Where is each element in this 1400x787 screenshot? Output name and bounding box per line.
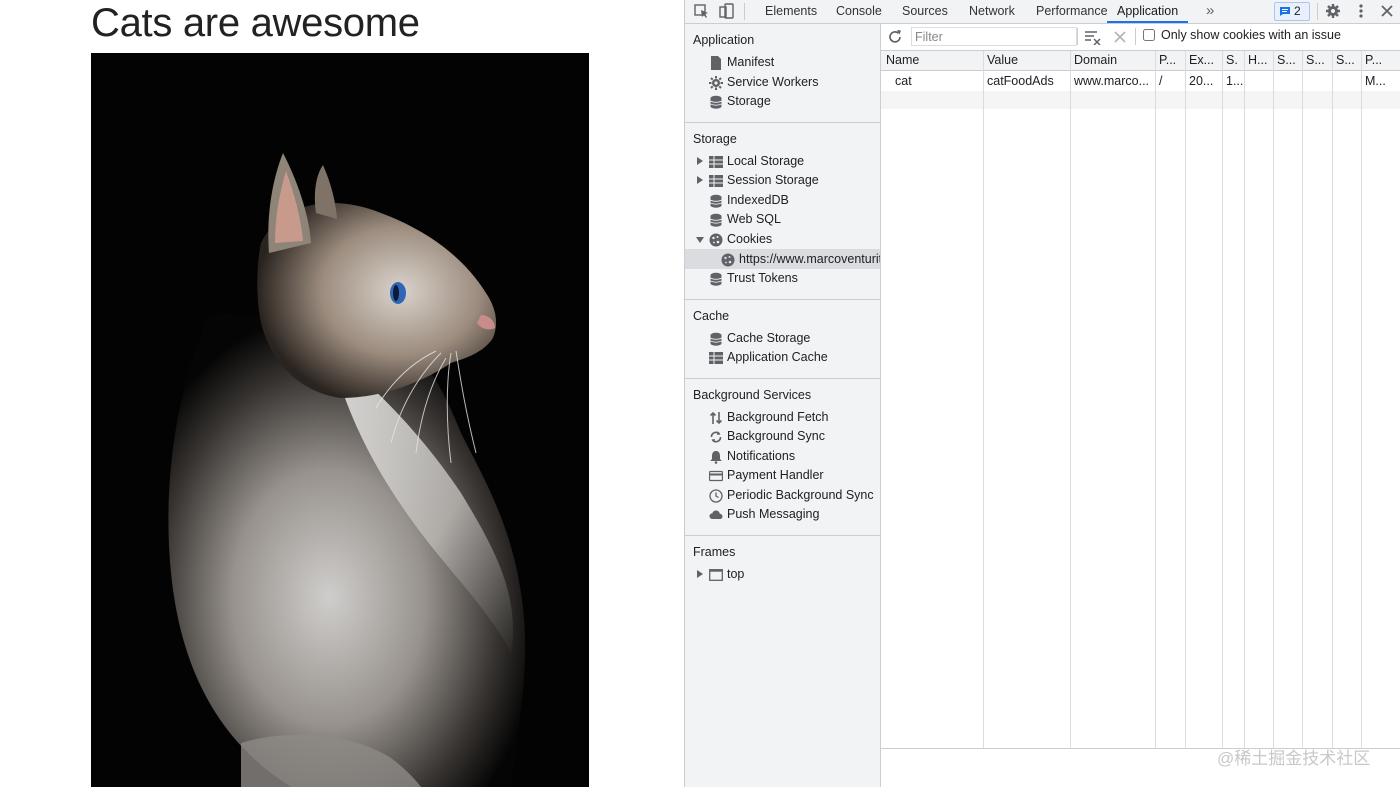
cookie-icon [709,233,723,247]
expand-arrow-icon[interactable] [697,157,703,165]
inspect-element-icon[interactable] [693,3,711,19]
device-toolbar-icon[interactable] [718,3,736,19]
document-icon [711,56,721,70]
more-tabs-icon[interactable]: » [1204,0,1216,23]
bell-icon [710,451,722,464]
collapse-arrow-icon[interactable] [696,237,704,243]
section-divider [685,122,880,123]
table-grid-icon [709,352,723,364]
devtools-tabbar: Elements Console Sources Network Perform… [685,0,1400,24]
cookies-toolbar: Only show cookies with an issue [881,24,1400,51]
cookie-icon [721,253,735,267]
filter-input[interactable] [911,27,1077,46]
column-divider[interactable] [1273,51,1274,748]
cell-size[interactable]: 1... [1226,74,1243,88]
issues-badge[interactable]: 2 [1274,2,1310,21]
cell-expires[interactable]: 20... [1189,74,1221,88]
toolbar-separator [1077,28,1078,45]
expand-arrow-icon[interactable] [697,176,703,184]
tab-console[interactable]: Console [834,0,884,23]
cell-path[interactable]: / [1159,74,1184,88]
tab-performance[interactable]: Performance [1034,0,1110,23]
column-divider[interactable] [1302,51,1303,748]
section-frames-title: Frames [693,545,736,559]
tab-network[interactable]: Network [967,0,1017,23]
database-icon [710,272,722,286]
expand-arrow-icon[interactable] [697,570,703,578]
application-sidebar: Application Manifest Service Workers Sto… [685,24,881,787]
column-header-domain[interactable]: Domain [1074,53,1152,67]
clock-icon [709,489,723,503]
tab-application[interactable]: Application [1107,0,1189,23]
section-cache-title: Cache [693,309,730,323]
database-icon [710,332,722,346]
column-header-value[interactable]: Value [987,53,1067,67]
table-row[interactable]: cat catFoodAds www.marco... / 20... 1...… [881,71,1400,91]
watermark: @稀土掘金技术社区 [1217,749,1371,768]
section-divider [685,535,880,536]
only-issue-checkbox[interactable] [1143,29,1155,41]
cat-photo [91,53,589,787]
toolbar-separator [1135,28,1136,45]
page-title: Cats are awesome [91,1,420,45]
frame-window-icon [709,569,723,581]
column-divider[interactable] [1332,51,1333,748]
column-divider[interactable] [1070,51,1071,748]
column-divider[interactable] [1361,51,1362,748]
issues-count: 2 [1294,4,1301,18]
table-grid-icon [709,156,723,168]
sync-icon [710,431,722,443]
devtools-panel: Elements Console Sources Network Perform… [684,0,1400,787]
table-row-empty [881,91,1400,109]
gear-icon [709,76,723,90]
section-storage-title: Storage [693,132,737,146]
cookies-panel: Only show cookies with an issue Name Val… [881,24,1400,787]
column-divider[interactable] [1155,51,1156,748]
cell-priority[interactable]: M... [1365,74,1399,88]
column-divider[interactable] [1244,51,1245,748]
section-divider [685,299,880,300]
tab-elements[interactable]: Elements [763,0,819,23]
sidebar-item-cookie-origin[interactable]: https://www.marcoventuriti [721,250,880,269]
cloud-icon [709,510,723,519]
message-icon [1280,7,1290,16]
tabbar-separator [1317,3,1318,20]
cell-value[interactable]: catFoodAds [987,74,1067,88]
database-icon [710,213,722,227]
column-header-name[interactable]: Name [886,53,981,67]
column-divider[interactable] [1222,51,1223,748]
close-icon[interactable] [1378,3,1396,19]
column-header-expires[interactable]: Ex... [1189,53,1221,67]
column-header-samesite[interactable]: S... [1306,53,1331,67]
column-header-path[interactable]: P... [1159,53,1184,67]
column-header-priority[interactable]: P... [1365,53,1399,67]
database-icon [710,95,722,109]
up-down-arrows-icon [709,411,723,425]
tab-sources[interactable]: Sources [900,0,950,23]
section-background-services-title: Background Services [693,388,812,402]
delete-all-icon[interactable] [1111,29,1129,45]
column-divider[interactable] [983,51,984,748]
settings-gear-icon[interactable] [1324,3,1342,19]
column-header-size[interactable]: S. [1226,53,1243,67]
cell-name[interactable]: cat [895,74,981,88]
column-header-httponly[interactable]: H... [1248,53,1272,67]
credit-card-icon [709,470,723,482]
section-application-title: Application [693,33,755,47]
table-grid-icon [709,175,723,187]
column-header-sameparty[interactable]: S... [1336,53,1360,67]
cell-domain[interactable]: www.marco... [1074,74,1152,88]
section-divider [685,378,880,379]
more-options-icon[interactable] [1352,3,1370,19]
cookies-table: Name Value Domain P... Ex... S. H... S..… [881,51,1400,749]
tabbar-separator [744,3,745,20]
refresh-icon[interactable] [887,29,905,45]
column-header-secure[interactable]: S... [1277,53,1301,67]
database-icon [710,194,722,208]
clear-filtered-cookies-icon[interactable] [1084,29,1102,46]
column-divider[interactable] [1185,51,1186,748]
